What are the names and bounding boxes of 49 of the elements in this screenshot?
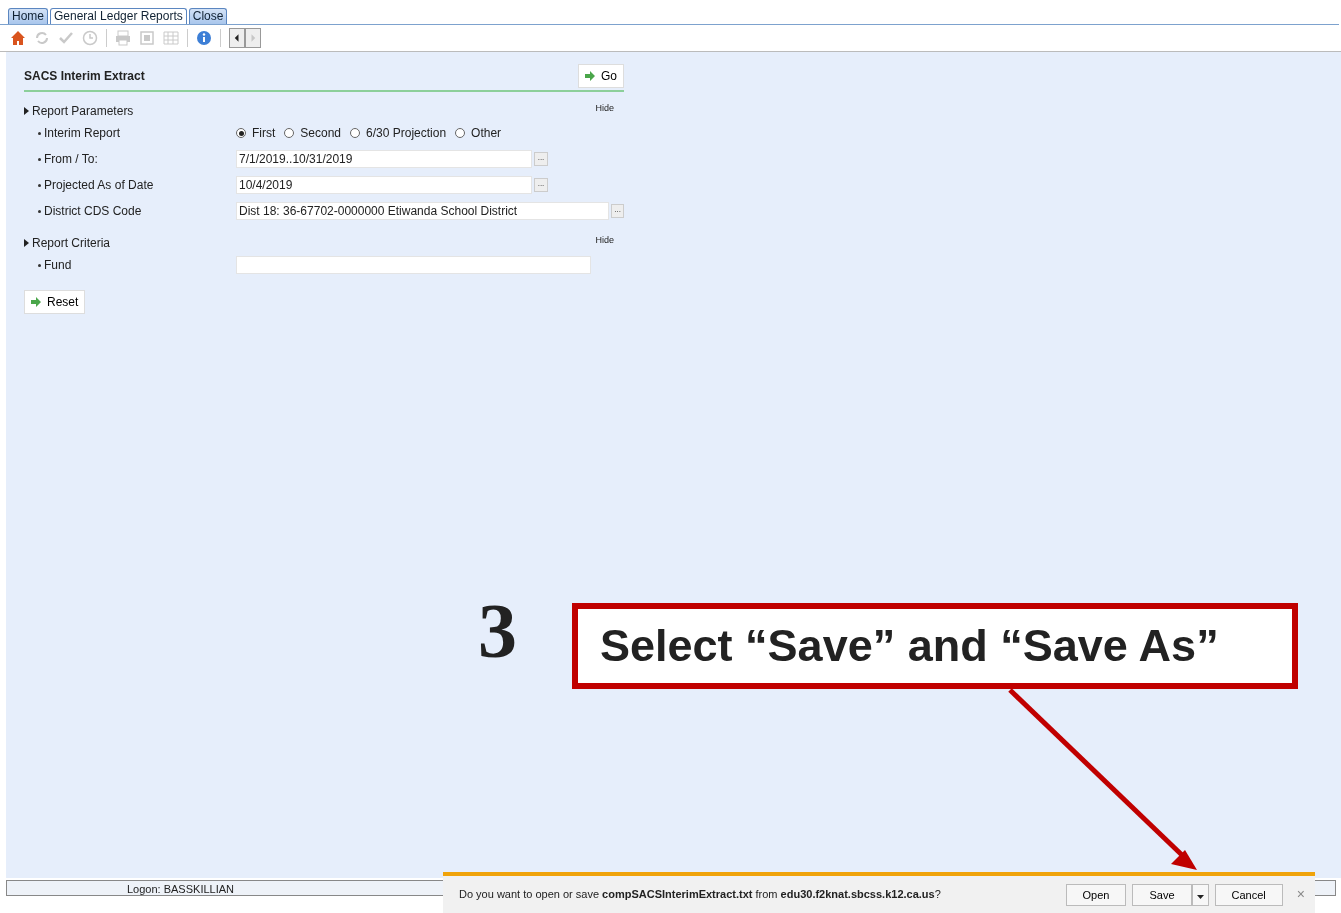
download-button[interactable]: Save [1132, 883, 1192, 906]
radio-button[interactable] [236, 128, 246, 138]
logon-text: Logon: BASSKILLIAN [127, 882, 234, 897]
radio-button[interactable] [284, 128, 295, 138]
input-field[interactable] [236, 256, 591, 274]
radio-button[interactable] [455, 128, 466, 138]
tab[interactable]: Home [8, 8, 48, 24]
bullet-icon [38, 157, 41, 161]
hide-link[interactable]: Hide [595, 234, 614, 252]
expand-icon[interactable] [24, 239, 29, 247]
radio-label: Second [300, 125, 342, 142]
section-title: Report Criteria [32, 235, 111, 252]
radio-label: First [252, 125, 276, 142]
info-icon[interactable] [196, 30, 212, 46]
home-icon[interactable] [10, 30, 26, 46]
arrow-icon [585, 71, 595, 81]
field-label: Interim Report [44, 125, 121, 142]
download-button[interactable]: Cancel [1214, 883, 1283, 906]
radio-button[interactable] [350, 128, 361, 138]
bullet-icon [38, 131, 41, 135]
radio-label: 6/30 Projection [366, 125, 447, 142]
bullet-icon [38, 263, 41, 267]
download-message: Do you want to open or save compSACSInterimExtract.txt from edu30.f2knat.sbcss.k12.ca.us? [459, 887, 942, 903]
step-number: 3 [478, 592, 517, 670]
form-title: SACS Interim Extract [24, 68, 145, 85]
section-title: Report Parameters [32, 103, 134, 120]
lookup-button[interactable]: ... [611, 204, 624, 218]
callout-box: Select “Save” and “Save As” [572, 603, 1298, 689]
download-button[interactable]: Open [1065, 883, 1127, 906]
input-field[interactable]: 7/1/2019..10/31/2019 [236, 150, 532, 168]
go-button[interactable]: Go [578, 64, 624, 88]
field-label: Projected As of Date [44, 177, 154, 194]
reset-button[interactable]: Reset [24, 290, 86, 314]
hide-link[interactable]: Hide [595, 102, 614, 120]
field-label: District CDS Code [44, 203, 142, 220]
input-field[interactable]: Dist 18: 36-67702-0000000 Etiwanda School District [236, 202, 610, 220]
expand-icon[interactable] [24, 107, 29, 115]
lookup-button[interactable]: ... [534, 178, 548, 192]
field-label: Fund [44, 257, 72, 274]
field-label: From / To: [44, 151, 98, 168]
arrow-icon [31, 297, 41, 307]
tab[interactable]: Close [188, 8, 228, 24]
lookup-button[interactable]: ... [534, 152, 548, 166]
caret-icon [1196, 894, 1204, 899]
radio-label: Other [471, 125, 502, 142]
bullet-icon [38, 183, 41, 187]
input-field[interactable]: 10/4/2019 [236, 176, 532, 194]
bullet-icon [38, 209, 41, 213]
tab[interactable]: General Ledger Reports [50, 8, 187, 24]
